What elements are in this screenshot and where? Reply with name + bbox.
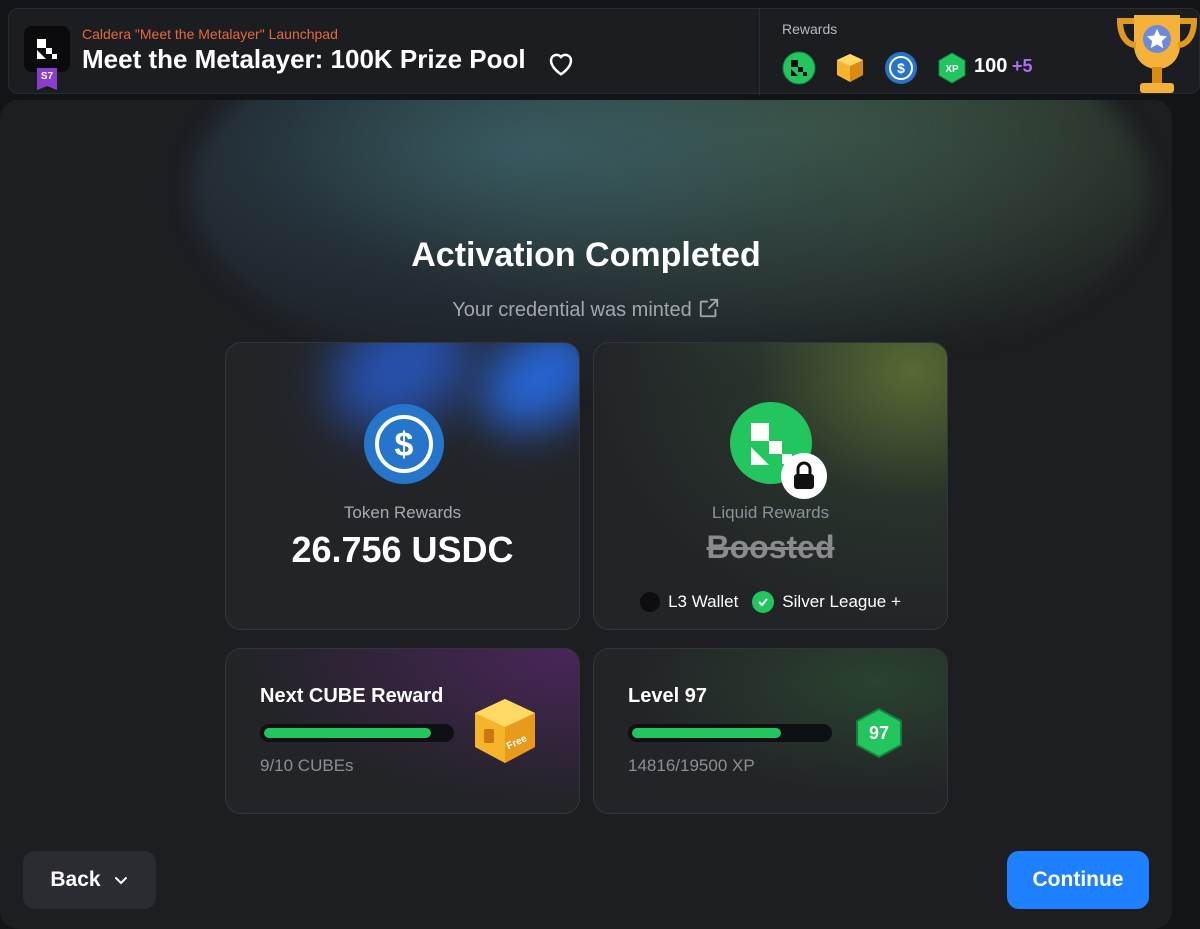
token-rewards-value: 26.756 USDC (291, 529, 514, 570)
lock-icon (781, 453, 827, 499)
level-progress-text: 14816/19500 XP (628, 756, 755, 775)
liquid-rewards-card: Liquid Rewards Boosted L3 Wallet Silver … (593, 342, 948, 630)
liquid-rewards-label: Liquid Rewards (711, 503, 830, 522)
requirement-l3-wallet: L3 Wallet (668, 592, 739, 611)
cube-progress-text: 9/10 CUBEs (260, 756, 354, 775)
level-card: Level 97 14816/19500 XP 97 (593, 648, 948, 814)
svg-text:XP: XP (945, 64, 959, 75)
cube-progress-fill (264, 728, 431, 738)
svg-text:97: 97 (869, 723, 889, 743)
xp-amount: 100 (974, 55, 1008, 77)
credential-minted-text: Your credential was minted (452, 299, 692, 321)
level-progress-bar (628, 724, 832, 742)
caldera-token-icon (782, 51, 816, 85)
header-bar: S7 Caldera "Meet the Metalayer" Launchpa… (8, 8, 1200, 95)
continue-label: Continue (1032, 868, 1124, 891)
cube-reward-card: Next CUBE Reward 9/10 CUBEs Free (225, 648, 580, 814)
usdc-icon: $ (885, 52, 917, 84)
level-badge-icon: 97 (856, 707, 902, 759)
liquid-rewards-value: Boosted (706, 529, 835, 565)
trophy-icon[interactable] (1112, 7, 1200, 103)
activation-panel: Activation Completed Your credential was… (0, 100, 1172, 929)
heart-icon[interactable] (546, 49, 576, 77)
level-title: Level 97 (628, 685, 707, 707)
cube-reward-title: Next CUBE Reward (260, 685, 444, 707)
page-title: Meet the Metalayer: 100K Prize Pool (82, 44, 526, 74)
rewards-label: Rewards (782, 21, 838, 37)
external-link-icon[interactable] (698, 297, 720, 319)
back-button[interactable]: Back (23, 851, 156, 909)
token-rewards-card: $ Token Rewards 26.756 USDC (225, 342, 580, 630)
xp-bonus: +5 (1012, 56, 1033, 76)
xp-icon: XP (938, 52, 966, 84)
activation-title: Activation Completed (411, 236, 761, 274)
credential-minted-link[interactable]: Your credential was minted (0, 297, 1172, 322)
cube-icon (837, 54, 863, 82)
svg-text:$: $ (897, 60, 905, 76)
season-badge: S7 (37, 68, 57, 90)
back-label: Back (50, 868, 101, 891)
cube-progress-bar (260, 724, 454, 742)
campaign-subtitle[interactable]: Caldera "Meet the Metalayer" Launchpad (82, 26, 338, 42)
svg-text:$: $ (395, 426, 414, 464)
checkmark-icon (752, 591, 775, 613)
level-progress-fill (632, 728, 781, 738)
free-cube-icon: Free (475, 699, 535, 763)
caldera-logo-icon (24, 26, 70, 72)
chevron-down-icon (114, 877, 127, 885)
requirement-silver-league: Silver League + (782, 592, 901, 611)
usdc-icon: $ (364, 404, 444, 484)
requirements-row: L3 Wallet Silver League + (594, 591, 947, 613)
token-rewards-label: Token Rewards (343, 503, 462, 522)
header-divider (759, 9, 760, 95)
unchecked-icon (640, 592, 661, 612)
continue-button[interactable]: Continue (1007, 851, 1149, 909)
